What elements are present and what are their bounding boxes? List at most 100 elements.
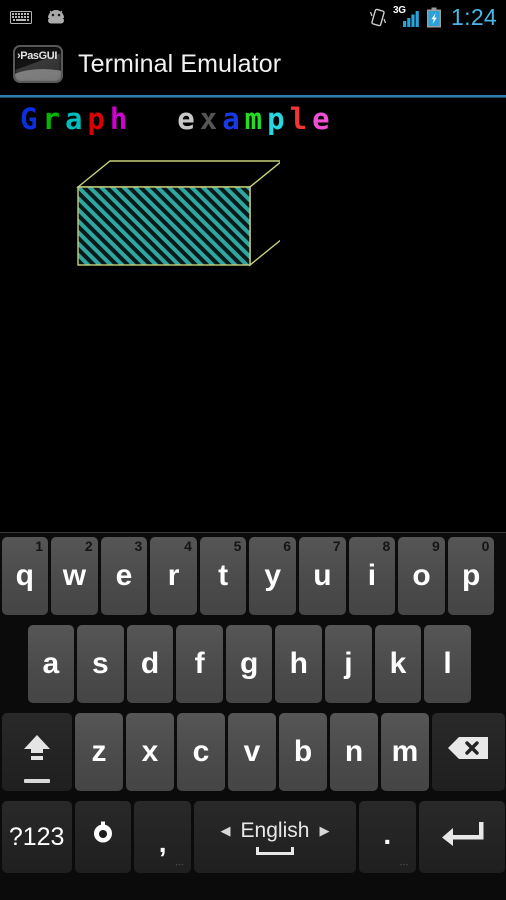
key-label: p (461, 559, 481, 592)
page-title: Terminal Emulator (78, 49, 282, 78)
key-label: n (344, 735, 364, 768)
android-bugdroid-icon (44, 9, 68, 25)
key-i[interactable]: 8i (348, 537, 396, 615)
key-label: t (218, 559, 229, 592)
key-number-hint: 0 (481, 538, 490, 554)
shift-key[interactable] (1, 713, 73, 791)
rotation-lock-icon (369, 7, 387, 28)
key-label: w (62, 559, 87, 592)
comma-key[interactable]: , ⋯ (134, 801, 191, 873)
heading-letter: a (222, 102, 245, 136)
key-u[interactable]: 7u (299, 537, 346, 615)
key-label: z (91, 735, 107, 768)
key-n[interactable]: n (330, 713, 379, 791)
key-a[interactable]: a (27, 625, 75, 703)
key-label: a (42, 647, 60, 680)
key-y[interactable]: 6y (249, 537, 297, 615)
period-key[interactable]: . ⋯ (359, 801, 416, 873)
key-label: j (344, 647, 353, 680)
app-icon[interactable]: ›PasGUI (13, 45, 63, 83)
key-number-hint: 8 (382, 538, 391, 554)
key-q[interactable]: 1q (1, 537, 49, 615)
app-title-bar: ›PasGUI Terminal Emulator (0, 34, 506, 94)
heading-letter: e (177, 102, 200, 136)
backspace-key[interactable] (432, 713, 505, 791)
key-number-hint: 9 (432, 538, 440, 554)
settings-key[interactable] (74, 801, 132, 873)
symbols-key[interactable]: ?123 (1, 801, 72, 873)
key-z[interactable]: z (75, 713, 124, 791)
key-number-hint: 3 (134, 538, 143, 554)
status-bar-notifications (0, 9, 369, 25)
key-label: l (443, 647, 452, 680)
3d-hatched-box-graphic (60, 149, 280, 279)
shift-arrow-icon (20, 733, 54, 771)
key-label: g (240, 647, 259, 680)
key-label: i (367, 559, 377, 592)
key-label: e (115, 559, 133, 592)
key-label: o (412, 559, 431, 592)
key-b[interactable]: b (279, 713, 328, 791)
keyboard-row-3-letters: z xcvbnm (74, 709, 431, 791)
key-label: u (313, 559, 332, 592)
enter-key[interactable] (418, 801, 505, 873)
comma-key-label: , (158, 827, 167, 858)
enter-return-icon (439, 818, 485, 856)
key-w[interactable]: 2w (51, 537, 98, 615)
key-s[interactable]: s (77, 625, 124, 703)
key-o[interactable]: 9o (398, 537, 445, 615)
heading-letter: a (64, 102, 88, 136)
keyboard-notification-icon (10, 10, 32, 24)
key-h[interactable]: h (275, 625, 323, 703)
language-prev-arrow-icon[interactable]: ◀ (221, 824, 231, 837)
soft-keyboard[interactable]: 1q2w3e4r5t6y7u8i9o0p asdfghjkl zxcvbnm ?… (0, 532, 506, 900)
key-p[interactable]: 0p (447, 537, 495, 615)
heading-letter: l (289, 102, 313, 136)
key-label: m (391, 735, 419, 768)
key-number-hint: 4 (184, 538, 192, 554)
space-key[interactable]: ◀ English ▶ (193, 801, 356, 873)
key-label: c (192, 735, 210, 768)
key-g[interactable]: g (225, 625, 273, 703)
language-next-arrow-icon[interactable]: ▶ (319, 824, 329, 837)
space-bar-underline-icon (255, 846, 294, 855)
key-m[interactable]: m (381, 713, 430, 791)
key-v[interactable]: v (228, 713, 277, 791)
language-name: English (240, 818, 310, 842)
key-label: b (293, 735, 313, 768)
key-e[interactable]: 3e (100, 537, 148, 615)
key-label: d (140, 647, 160, 680)
key-x[interactable]: x (126, 713, 175, 791)
keyboard-row-2: asd f gh j k l (0, 621, 506, 709)
key-number-hint: 6 (283, 538, 292, 554)
keyboard-row-4: ?123 , ⋯ ◀ English ▶ . ⋯ (0, 797, 506, 877)
key-k[interactable]: k (374, 625, 422, 703)
key-number-hint: 1 (35, 538, 44, 554)
status-bar-clock: 1:24 (451, 3, 497, 30)
shift-key-underline (23, 779, 50, 783)
key-number-hint: 2 (84, 538, 93, 554)
key-r[interactable]: 4r (150, 537, 197, 615)
signal-3g-icon: 3G (393, 5, 419, 28)
key-d[interactable]: d (126, 625, 174, 703)
battery-charging-icon (426, 7, 442, 28)
key-c[interactable]: c (177, 713, 226, 791)
heading-letter: h (109, 102, 133, 136)
keyboard-row-3: z xcvbnm (0, 709, 506, 797)
comma-key-more-dots: ⋯ (174, 859, 185, 869)
keyboard-row-1: 1q2w3e4r5t6y7u8i9o0p (0, 533, 506, 621)
title-bar-divider-shadow (0, 97, 506, 98)
heading-letter: r (42, 102, 65, 136)
terminal-output-area[interactable]: Graph example (0, 99, 506, 532)
key-f[interactable]: f (176, 625, 223, 703)
key-label: s (92, 647, 109, 680)
key-t[interactable]: 5t (199, 537, 247, 615)
key-label: q (15, 559, 34, 592)
key-label: x (141, 735, 159, 768)
key-label: k (389, 647, 407, 680)
key-j[interactable]: j (325, 625, 372, 703)
settings-circle-icon (90, 820, 116, 854)
key-l[interactable]: l (424, 625, 471, 703)
heading-letter: p (87, 102, 110, 136)
period-key-more-dots: ⋯ (399, 859, 410, 869)
